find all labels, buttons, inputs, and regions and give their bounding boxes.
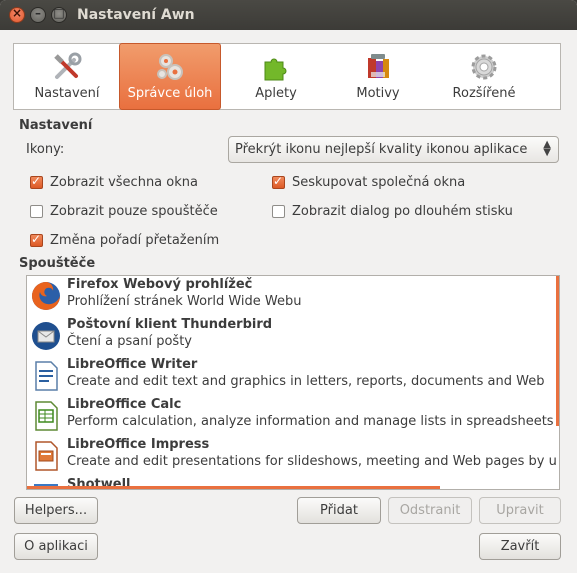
thunderbird-icon [32,322,60,350]
tab-task-manager[interactable]: Správce úloh [119,43,221,110]
impress-icon [35,441,58,471]
checkbox-group-windows[interactable]: Seskupovat společná okna [272,174,466,190]
checkbox-label: Zobrazit všechna okna [50,175,198,190]
select-arrows-icon: ▲ ▼ [543,139,551,158]
list-item[interactable]: Poštovní klient Thunderbird Čtení a psan… [27,316,555,356]
settings-window: × – □ Nastavení Awn Nastavení Správce úl… [0,0,577,573]
list-item[interactable]: LibreOffice Writer Create and edit text … [27,356,555,396]
launcher-name: Poštovní klient Thunderbird [67,317,273,332]
gears-icon [157,54,183,80]
launcher-name: Firefox Webový prohlížeč [67,277,253,292]
launcher-name: LibreOffice Writer [67,357,198,372]
icons-select-value: Překrýt ikonu nejlepší kvality ikonou ap… [235,142,528,157]
launcher-description: Perform calculation, analyze information… [67,414,554,429]
about-button[interactable]: O aplikaci [14,533,98,560]
tab-advanced[interactable]: Rozšířené [434,44,534,109]
launcher-name: LibreOffice Calc [67,397,182,412]
launchers-list[interactable]: Firefox Webový prohlížeč Prohlížení strá… [26,275,560,490]
writer-icon [35,361,58,391]
checkbox-label: Zobrazit dialog po dlouhém stisku [292,204,513,219]
tab-themes[interactable]: Motivy [332,44,424,109]
remove-button[interactable]: Odstranit [388,497,472,524]
add-button[interactable]: Přidat [297,497,381,524]
checkbox-long-press-dialog[interactable]: Zobrazit dialog po dlouhém stisku [272,204,513,219]
checkbox-indicator[interactable] [30,174,43,189]
maximize-icon: □ [53,6,65,20]
launcher-description: Create and edit text and graphics in let… [67,374,545,389]
puzzle-icon [264,58,287,81]
minimize-window-button[interactable]: – [30,6,46,23]
vertical-scrollbar[interactable] [556,276,559,426]
checkbox-launchers-only[interactable]: Zobrazit pouze spouštěče [30,204,218,219]
icons-label: Ikony: [26,142,65,157]
tab-applets[interactable]: Aplety [230,44,322,109]
launchers-section-title: Spouštěče [19,256,96,271]
gear-icon [471,54,497,80]
checkbox-label: Zobrazit pouze spouštěče [50,204,218,219]
tab-bar: Nastavení Správce úloh Aplety Motivy Roz… [13,43,561,110]
tab-label: Motivy [356,86,400,101]
close-button[interactable]: Zavřít [479,533,561,560]
maximize-window-button[interactable]: □ [51,6,67,23]
launcher-description: Prohlížení stránek World Wide Webu [67,294,302,309]
tools-icon [54,52,82,79]
checkbox-label: Seskupovat společná okna [292,175,466,190]
checkbox-show-all-windows[interactable]: Zobrazit všechna okna [30,174,198,190]
settings-section-title: Nastavení [19,118,93,133]
firefox-icon [32,282,60,310]
checkbox-indicator[interactable] [272,174,285,189]
tab-label: Aplety [255,86,297,101]
launcher-description: Create and edit presentations for slides… [67,454,557,469]
checkbox-indicator[interactable] [30,232,43,247]
checkbox-drag-reorder[interactable]: Změna pořadí přetažením [30,232,220,248]
launcher-description: Čtení a psaní pošty [67,334,192,349]
checkbox-label: Změna pořadí přetažením [50,233,220,248]
minimize-icon: – [35,6,41,20]
titlebar: × – □ Nastavení Awn [0,0,577,30]
calc-icon [35,401,58,431]
list-item[interactable]: LibreOffice Impress Create and edit pres… [27,436,557,476]
tab-label: Nastavení [34,86,100,101]
icons-select[interactable]: Překrýt ikonu nejlepší kvality ikonou ap… [228,136,559,163]
themes-icon [368,54,389,78]
list-item[interactable]: Firefox Webový prohlížeč Prohlížení strá… [27,276,555,316]
tab-label: Rozšířené [452,86,516,101]
launcher-name: LibreOffice Impress [67,437,210,452]
checkbox-indicator[interactable] [272,205,285,218]
tab-settings[interactable]: Nastavení [21,44,113,109]
horizontal-scrollbar[interactable] [27,486,440,489]
checkbox-indicator[interactable] [30,205,43,218]
tab-label: Správce úloh [127,86,213,101]
close-icon: × [11,6,23,20]
edit-button[interactable]: Upravit [479,497,561,524]
close-window-button[interactable]: × [9,6,25,23]
list-item[interactable]: LibreOffice Calc Perform calculation, an… [27,396,555,436]
window-title: Nastavení Awn [77,7,195,23]
helpers-button[interactable]: Helpers... [14,497,98,524]
